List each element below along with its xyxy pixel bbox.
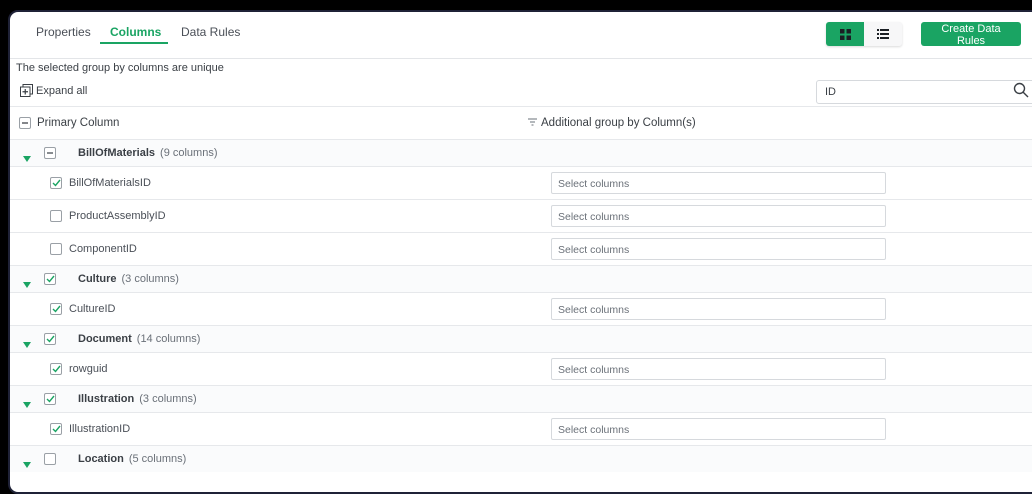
check-icon (52, 305, 61, 313)
column-row: ProductAssemblyID Select columns (10, 199, 1032, 232)
group-name: Culture (3 columns) (78, 273, 179, 285)
group-row: Culture (3 columns) (10, 265, 1032, 292)
select-columns-input[interactable]: Select columns (551, 298, 886, 320)
minus-icon (47, 152, 53, 154)
column-name: BillOfMaterialsID (69, 177, 151, 189)
search-input[interactable] (823, 81, 1007, 103)
column-name: ComponentID (69, 243, 137, 255)
column-checkbox[interactable] (50, 243, 62, 255)
group-name: Illustration (3 columns) (78, 393, 197, 405)
minus-icon (22, 122, 28, 124)
column-name: IllustrationID (69, 423, 131, 435)
group-column-count: (14 columns) (136, 333, 201, 345)
group-name: Document (14 columns) (78, 333, 200, 345)
info-text: The selected group by columns are unique (16, 62, 224, 74)
column-name: CultureID (69, 303, 116, 315)
column-row: rowguid Select columns (10, 352, 1032, 385)
primary-column-header: Primary Column (37, 117, 120, 129)
create-data-rules-button[interactable]: Create Data Rules (921, 22, 1021, 47)
additional-column-header: Additional group by Column(s) (541, 117, 696, 129)
group-name-text: BillOfMaterials (78, 147, 156, 159)
column-row: BillOfMaterialsID Select columns (10, 166, 1032, 199)
group-name-text: Document (78, 333, 132, 345)
column-row: CultureID Select columns (10, 292, 1032, 325)
select-columns-input[interactable]: Select columns (551, 172, 886, 194)
group-checkbox[interactable] (44, 273, 56, 285)
column-checkbox[interactable] (50, 423, 62, 435)
select-columns-input[interactable]: Select columns (551, 238, 886, 260)
column-row: ComponentID Select columns (10, 232, 1032, 265)
caret-down-icon[interactable] (23, 275, 31, 293)
group-column-count: (3 columns) (139, 393, 197, 405)
caret-down-icon[interactable] (23, 149, 31, 167)
app-window: Properties Columns Data Rules Create Dat… (8, 10, 1032, 494)
check-icon (52, 425, 61, 433)
group-name-text: Illustration (78, 393, 135, 405)
check-icon (52, 179, 61, 187)
expand-all-icon (20, 84, 33, 97)
grid-view-button[interactable] (826, 22, 864, 46)
active-tab-underline (100, 42, 168, 44)
search-icon[interactable] (1013, 82, 1029, 98)
group-row: Illustration (3 columns) (10, 385, 1032, 412)
column-checkbox[interactable] (50, 363, 62, 375)
group-checkbox[interactable] (44, 453, 56, 465)
check-icon (46, 275, 55, 283)
top-bar: Properties Columns Data Rules Create Dat… (10, 12, 1032, 59)
view-toggle (826, 22, 902, 46)
list-icon (877, 29, 889, 39)
column-checkbox[interactable] (50, 177, 62, 189)
tab-data-rules[interactable]: Data Rules (181, 25, 240, 39)
select-columns-input[interactable]: Select columns (551, 358, 886, 380)
group-name: Location (5 columns) (78, 453, 186, 465)
column-name: ProductAssemblyID (69, 210, 166, 222)
check-icon (52, 365, 61, 373)
select-columns-input[interactable]: Select columns (551, 205, 886, 227)
group-checkbox[interactable] (44, 147, 56, 159)
group-row: Document (14 columns) (10, 325, 1032, 352)
column-checkbox[interactable] (50, 210, 62, 222)
group-column-count: (3 columns) (121, 273, 179, 285)
expand-all-label: Expand all (36, 84, 88, 97)
table-header: Primary Column Additional group by Colum… (10, 106, 1032, 139)
columns-table: Primary Column Additional group by Colum… (10, 106, 1032, 472)
tab-columns[interactable]: Columns (110, 25, 161, 39)
group-name-text: Culture (78, 273, 117, 285)
column-row: IllustrationID Select columns (10, 412, 1032, 445)
group-row: Location (5 columns) (10, 445, 1032, 472)
tab-properties[interactable]: Properties (36, 25, 91, 39)
group-column-count: (5 columns) (128, 453, 187, 465)
caret-down-icon[interactable] (23, 395, 31, 413)
list-view-button[interactable] (864, 22, 902, 46)
group-checkbox[interactable] (44, 393, 56, 405)
filter-icon[interactable] (528, 118, 537, 126)
grid-icon (839, 28, 851, 40)
collapse-all-checkbox[interactable] (19, 117, 31, 129)
group-checkbox[interactable] (44, 333, 56, 345)
caret-down-icon[interactable] (23, 335, 31, 353)
check-icon (46, 335, 55, 343)
group-name: BillOfMaterials (9 columns) (78, 147, 218, 159)
search-box (816, 80, 1032, 104)
check-icon (46, 395, 55, 403)
group-name-text: Location (78, 453, 124, 465)
column-name: rowguid (69, 363, 108, 375)
expand-all-button[interactable]: Expand all (20, 84, 87, 97)
select-columns-input[interactable]: Select columns (551, 418, 886, 440)
column-checkbox[interactable] (50, 303, 62, 315)
group-row: BillOfMaterials (9 columns) (10, 139, 1032, 166)
caret-down-icon[interactable] (23, 455, 31, 473)
group-column-count: (9 columns) (160, 147, 218, 159)
